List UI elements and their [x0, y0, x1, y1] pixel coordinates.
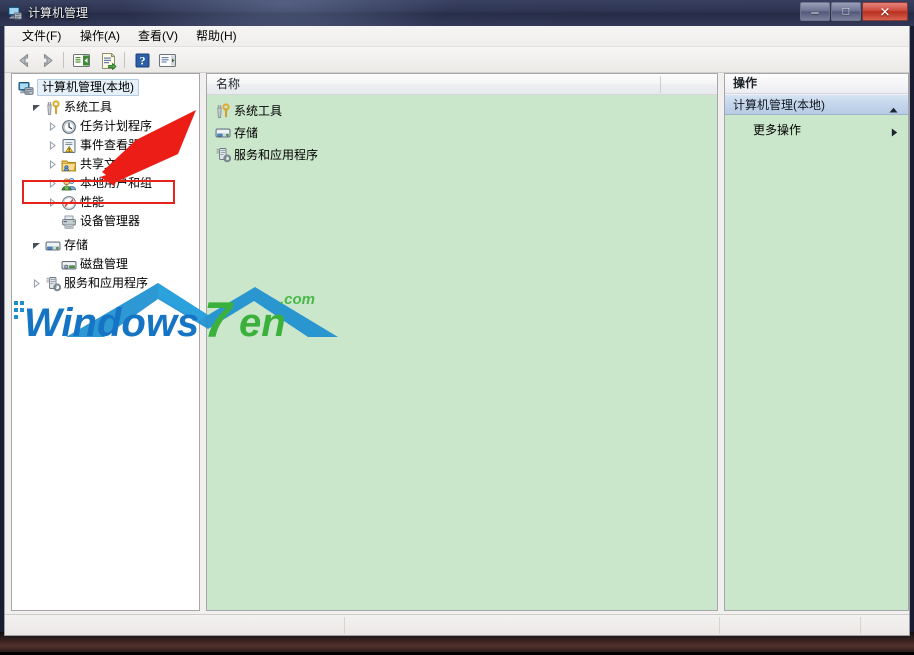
event-viewer-icon [61, 138, 77, 154]
expander-collapsed-icon[interactable] [48, 179, 57, 188]
menu-bar: 文件(F) 操作(A) 查看(V) 帮助(H) [5, 26, 909, 47]
close-button[interactable]: ✕ [862, 2, 908, 21]
actions-group-label: 计算机管理(本地) [733, 95, 825, 115]
tree-label-event-viewer: 事件查看器 [80, 136, 140, 155]
menu-action[interactable]: 操作(A) [73, 28, 127, 45]
tree-label-local-users-and-groups: 本地用户和组 [80, 174, 152, 193]
tree-label-performance: 性能 [80, 193, 104, 212]
tree-label-disk-management: 磁盘管理 [80, 255, 128, 274]
list-item[interactable]: 系统工具 [207, 101, 717, 121]
toolbar: ? [5, 47, 909, 73]
actions-pane[interactable]: 操作 计算机管理(本地) 更多操作 [724, 73, 909, 611]
system-tools-icon [45, 100, 61, 116]
window-client-area: 文件(F) 操作(A) 查看(V) 帮助(H) [4, 26, 910, 636]
svg-text:?: ? [140, 54, 146, 68]
status-separator-1 [344, 617, 345, 634]
menu-file[interactable]: 文件(F) [15, 28, 68, 45]
toolbar-separator-1 [63, 52, 64, 68]
status-separator-2 [719, 617, 720, 634]
more-actions-item[interactable]: 更多操作 [725, 120, 908, 140]
tree-item-event-viewer[interactable]: 事件查看器 [12, 136, 140, 155]
tree-item-services-and-applications[interactable]: 服务和应用程序 [12, 274, 148, 293]
status-bar [5, 614, 909, 635]
storage-icon [215, 125, 231, 141]
tree-item-storage[interactable]: 存储 [12, 236, 88, 255]
storage-icon [45, 238, 61, 254]
close-glyph: ✕ [863, 5, 907, 18]
shared-folders-icon [61, 157, 77, 173]
task-scheduler-icon [61, 119, 77, 135]
list-item-label: 系统工具 [234, 101, 282, 121]
tree-item-system-tools[interactable]: 系统工具 [12, 98, 112, 117]
expander-collapsed-icon[interactable] [48, 141, 57, 150]
chevron-right-icon[interactable] [891, 126, 898, 135]
title-bar[interactable]: 计算机管理 – □ ✕ [0, 0, 914, 26]
tree-item-shared-folders[interactable]: 共享文件夹 [12, 155, 140, 174]
tree-label-storage: 存储 [64, 236, 88, 255]
column-header-name[interactable]: 名称 [216, 74, 656, 94]
list-item-label: 存储 [234, 123, 258, 143]
column-header-blank[interactable] [669, 74, 715, 94]
expander-collapsed-icon[interactable] [48, 160, 57, 169]
tree-label-shared-folders: 共享文件夹 [80, 155, 140, 174]
tree-label-device-manager: 设备管理器 [80, 212, 140, 231]
performance-icon [61, 195, 77, 211]
column-divider[interactable] [660, 76, 661, 93]
status-separator-3 [860, 617, 861, 634]
expander-collapsed-icon[interactable] [48, 198, 57, 207]
local-users-groups-icon [61, 176, 77, 192]
console-tree-pane[interactable]: 计算机管理(本地) [11, 73, 200, 611]
maximize-button[interactable]: □ [831, 2, 861, 21]
expander-collapsed-icon[interactable] [48, 122, 57, 131]
expander-expanded-icon[interactable] [32, 241, 41, 250]
list-item-label: 服务和应用程序 [234, 145, 318, 165]
computer-management-icon [7, 5, 23, 21]
tree-item-disk-management[interactable]: 磁盘管理 [12, 255, 128, 274]
forward-button[interactable] [37, 50, 58, 71]
computer-management-window: 计算机管理 – □ ✕ 文件(F) 操作(A) 查看(V) 帮助(H) [0, 0, 914, 640]
more-actions-label: 更多操作 [753, 120, 801, 140]
actions-group-header[interactable]: 计算机管理(本地) [725, 94, 908, 115]
window-title: 计算机管理 [28, 4, 88, 21]
services-applications-icon [215, 147, 231, 163]
panels-row: 计算机管理(本地) [5, 73, 909, 635]
menu-help[interactable]: 帮助(H) [189, 28, 244, 45]
export-list-button[interactable] [98, 50, 119, 71]
actions-pane-title: 操作 [733, 74, 757, 93]
tree-item-local-users-and-groups[interactable]: 本地用户和组 [12, 174, 152, 193]
help-button[interactable]: ? [132, 50, 153, 71]
toolbar-separator-2 [124, 52, 125, 68]
disk-management-icon [61, 257, 77, 273]
actions-pane-header: 操作 [725, 74, 908, 94]
tree-item-performance[interactable]: 性能 [12, 193, 104, 212]
maximize-glyph: □ [832, 6, 860, 17]
services-applications-icon [45, 276, 61, 292]
chevron-up-icon[interactable] [889, 102, 898, 108]
minimize-glyph: – [801, 5, 829, 18]
tree-label-computer-management: 计算机管理(本地) [37, 79, 139, 96]
computer-management-icon [18, 80, 34, 96]
minimize-button[interactable]: – [800, 2, 830, 21]
list-item[interactable]: 服务和应用程序 [207, 145, 717, 165]
show-hide-tree-button[interactable] [71, 50, 92, 71]
menu-view[interactable]: 查看(V) [131, 28, 185, 45]
tree-item-device-manager[interactable]: 设备管理器 [12, 212, 140, 231]
expander-collapsed-icon[interactable] [32, 279, 41, 288]
device-manager-icon [61, 214, 77, 230]
tree-item-task-scheduler[interactable]: 任务计划程序 [12, 117, 152, 136]
tree-item-computer-management[interactable]: 计算机管理(本地) [18, 78, 139, 97]
list-item[interactable]: 存储 [207, 123, 717, 143]
back-button[interactable] [14, 50, 35, 71]
tree-label-system-tools: 系统工具 [64, 98, 112, 117]
tree-label-task-scheduler: 任务计划程序 [80, 117, 152, 136]
show-action-pane-button[interactable] [157, 50, 178, 71]
tree-label-services-and-applications: 服务和应用程序 [64, 274, 148, 293]
expander-expanded-icon[interactable] [32, 103, 41, 112]
system-tools-icon [215, 103, 231, 119]
details-list-pane[interactable]: 名称 系统工具 [206, 73, 718, 611]
list-column-header: 名称 [207, 74, 717, 95]
